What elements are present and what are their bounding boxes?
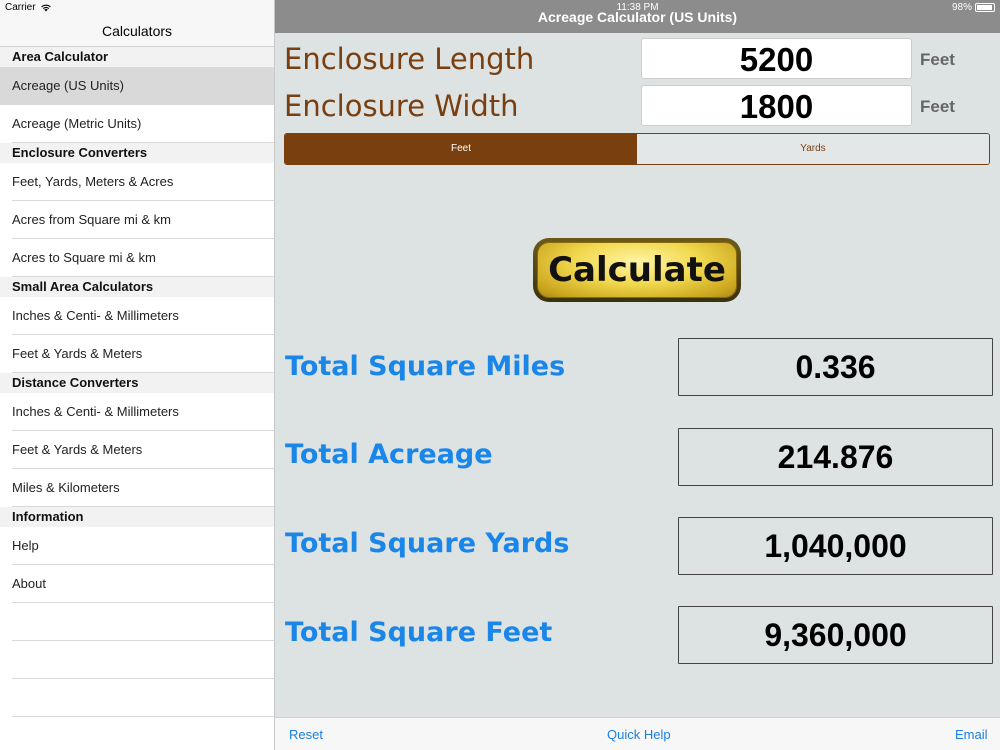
section-header-distance-converters: Distance Converters xyxy=(0,373,274,393)
section-header-small-area: Small Area Calculators xyxy=(0,277,274,297)
sidebar-item-small-feet[interactable]: Feet & Yards & Meters xyxy=(0,335,274,373)
section-header-enclosure-converters: Enclosure Converters xyxy=(0,143,274,163)
square-miles-label: Total Square Miles xyxy=(285,351,566,382)
sidebar-item-acreage-metric[interactable]: Acreage (Metric Units) xyxy=(0,105,274,143)
square-feet-label: Total Square Feet xyxy=(285,617,553,648)
enclosure-width-unit: Feet xyxy=(920,97,955,116)
segment-feet[interactable]: Feet xyxy=(285,134,637,164)
sidebar-item-help[interactable]: Help xyxy=(0,527,274,565)
segment-yards[interactable]: Yards xyxy=(637,134,989,164)
square-miles-value: 0.336 xyxy=(678,338,993,396)
sidebar: Carrier Calculators Area Calculator Acre… xyxy=(0,0,275,750)
navigation-bar: 11:38 PM 98% Acreage Calculator (US Unit… xyxy=(275,0,1000,33)
sidebar-item-small-inches[interactable]: Inches & Centi- & Millimeters xyxy=(0,297,274,335)
square-yards-value: 1,040,000 xyxy=(678,517,993,575)
sidebar-item-distance-feet[interactable]: Feet & Yards & Meters xyxy=(0,431,274,469)
empty-row xyxy=(0,679,274,717)
carrier-label: Carrier xyxy=(5,2,36,13)
calculate-button-label: Calculate xyxy=(537,242,737,298)
square-feet-value: 9,360,000 xyxy=(678,606,993,664)
enclosure-width-label: Enclosure Width xyxy=(284,89,519,123)
bottom-toolbar: Reset Quick Help Email xyxy=(275,717,1000,750)
section-header-area-calculator: Area Calculator xyxy=(0,47,274,67)
empty-row xyxy=(0,717,274,750)
unit-segmented-control: Feet Yards xyxy=(284,133,990,165)
calculate-button[interactable]: Calculate xyxy=(533,238,741,302)
page-title: Acreage Calculator (US Units) xyxy=(537,9,738,25)
reset-button[interactable]: Reset xyxy=(289,727,323,742)
sidebar-title: Calculators xyxy=(101,23,173,39)
sidebar-item-acres-from-square[interactable]: Acres from Square mi & km xyxy=(0,201,274,239)
status-bar-left: Carrier xyxy=(5,2,52,13)
acreage-label: Total Acreage xyxy=(285,439,493,470)
acreage-value: 214.876 xyxy=(678,428,993,486)
email-button[interactable]: Email xyxy=(955,727,988,742)
sidebar-item-about[interactable]: About xyxy=(0,565,274,603)
main-panel: 11:38 PM 98% Acreage Calculator (US Unit… xyxy=(275,0,1000,750)
enclosure-length-input[interactable]: 5200 xyxy=(641,38,912,79)
square-yards-label: Total Square Yards xyxy=(285,528,570,559)
empty-row xyxy=(0,603,274,641)
sidebar-item-distance-inches[interactable]: Inches & Centi- & Millimeters xyxy=(0,393,274,431)
sidebar-item-acreage-us[interactable]: Acreage (US Units) xyxy=(0,67,274,105)
empty-row xyxy=(0,641,274,679)
sidebar-list: Area Calculator Acreage (US Units) Acrea… xyxy=(0,47,274,750)
wifi-icon xyxy=(40,3,52,12)
sidebar-item-acres-to-square[interactable]: Acres to Square mi & km xyxy=(0,239,274,277)
sidebar-item-miles-km[interactable]: Miles & Kilometers xyxy=(0,469,274,507)
sidebar-header: Carrier Calculators xyxy=(0,0,274,47)
enclosure-length-label: Enclosure Length xyxy=(284,42,535,76)
section-header-information: Information xyxy=(0,507,274,527)
sidebar-item-feet-yards-meters-acres[interactable]: Feet, Yards, Meters & Acres xyxy=(0,163,274,201)
enclosure-length-unit: Feet xyxy=(920,50,955,69)
quick-help-button[interactable]: Quick Help xyxy=(607,727,671,742)
enclosure-width-input[interactable]: 1800 xyxy=(641,85,912,126)
